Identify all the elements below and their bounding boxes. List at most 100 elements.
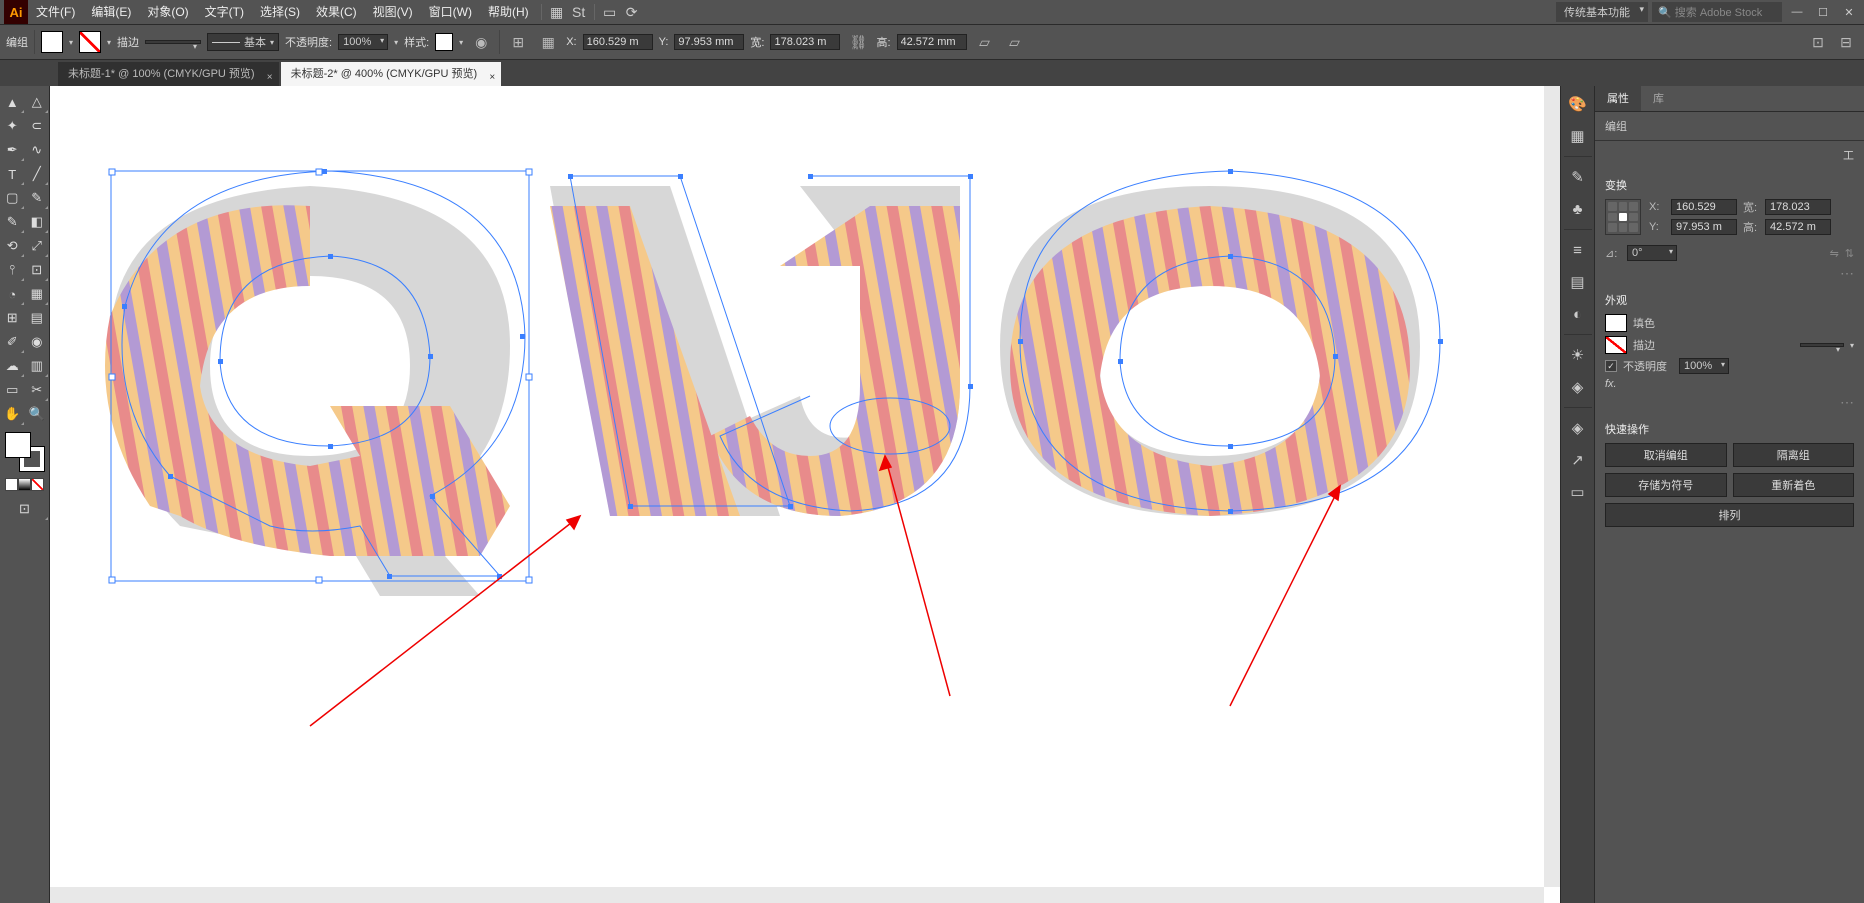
- zoom-tool[interactable]: 🔍: [25, 402, 50, 426]
- isolate-button[interactable]: 隔离组: [1733, 443, 1855, 467]
- graph-tool[interactable]: ▥: [25, 354, 50, 378]
- brush-tool[interactable]: ✎: [25, 186, 50, 210]
- window-minimize[interactable]: —: [1786, 3, 1808, 21]
- fill-swatch[interactable]: [41, 31, 63, 53]
- arrange-icon[interactable]: ▭: [599, 1, 621, 23]
- color-panel-icon[interactable]: 🎨: [1564, 90, 1592, 118]
- doc-setup-icon[interactable]: ⊡: [1806, 30, 1830, 54]
- selection-tool[interactable]: ▲: [0, 90, 25, 114]
- artboards-panel-icon[interactable]: ▭: [1564, 478, 1592, 506]
- blend-tool[interactable]: ◉: [25, 330, 50, 354]
- shaper-tool[interactable]: ✎: [0, 210, 25, 234]
- stroke-weight[interactable]: [145, 40, 201, 44]
- transform-ref-icon[interactable]: ▦: [536, 30, 560, 54]
- line-tool[interactable]: ╱: [25, 162, 50, 186]
- menu-effect[interactable]: 效果(C): [308, 0, 365, 24]
- stroke-style[interactable]: 基本▾: [207, 33, 279, 51]
- rotate-tool[interactable]: ⟲: [0, 234, 25, 258]
- menu-view[interactable]: 视图(V): [365, 0, 421, 24]
- stroke-swatch[interactable]: [79, 31, 101, 53]
- layers-panel-icon[interactable]: ◈: [1564, 414, 1592, 442]
- artboard-tool[interactable]: ▭: [0, 378, 25, 402]
- type-tool[interactable]: T: [0, 162, 25, 186]
- transform-y[interactable]: [1671, 219, 1737, 235]
- transform-h[interactable]: [1765, 219, 1831, 235]
- shape-builder-tool[interactable]: ◔: [0, 282, 25, 306]
- slice-tool[interactable]: ✂: [25, 378, 50, 402]
- tab-properties[interactable]: 属性: [1595, 86, 1641, 111]
- appearance-panel-icon[interactable]: ☀: [1564, 341, 1592, 369]
- menu-edit[interactable]: 编辑(E): [83, 0, 139, 24]
- lasso-tool[interactable]: ⊂: [25, 114, 50, 138]
- recolor-button[interactable]: 重新着色: [1733, 473, 1855, 497]
- fill-swatch-panel[interactable]: [1605, 314, 1627, 332]
- symbols-panel-icon[interactable]: ♣: [1564, 195, 1592, 223]
- gpu-icon[interactable]: ⟳: [621, 1, 643, 23]
- arrange-button[interactable]: 排列: [1605, 503, 1854, 527]
- curvature-tool[interactable]: ∿: [25, 138, 50, 162]
- hand-tool[interactable]: ✋: [0, 402, 25, 426]
- style-swatch[interactable]: [435, 33, 453, 51]
- transform-w[interactable]: [1765, 199, 1831, 215]
- menu-object[interactable]: 对象(O): [139, 0, 196, 24]
- menu-type[interactable]: 文字(T): [197, 0, 252, 24]
- magic-wand-tool[interactable]: ✦: [0, 114, 25, 138]
- bridge-icon[interactable]: ▦: [546, 1, 568, 23]
- brushes-panel-icon[interactable]: ✎: [1564, 163, 1592, 191]
- symbol-tool[interactable]: ☁: [0, 354, 25, 378]
- eraser-tool[interactable]: ◧: [25, 210, 50, 234]
- workspace-dropdown[interactable]: 传统基本功能: [1556, 2, 1648, 22]
- canvas[interactable]: [50, 86, 1560, 903]
- link-wh-icon[interactable]: ⛓: [846, 30, 870, 54]
- pen-tool[interactable]: ✒: [0, 138, 25, 162]
- eyedropper-tool[interactable]: ✐: [0, 330, 25, 354]
- gradient-panel-icon[interactable]: ▤: [1564, 268, 1592, 296]
- window-maximize[interactable]: ☐: [1812, 3, 1834, 21]
- w-input[interactable]: [770, 34, 840, 50]
- free-transform-tool[interactable]: ⊡: [25, 258, 50, 282]
- scrollbar-vertical[interactable]: [1544, 86, 1560, 887]
- scale-tool[interactable]: ⤢: [25, 234, 50, 258]
- opacity-panel[interactable]: 100%: [1679, 358, 1729, 374]
- prefs-icon[interactable]: ⊟: [1834, 30, 1858, 54]
- shape-icon2[interactable]: ▱: [1003, 30, 1027, 54]
- align-icon[interactable]: ⊞: [506, 30, 530, 54]
- graphic-styles-panel-icon[interactable]: ◈: [1564, 373, 1592, 401]
- stroke-swatch-panel[interactable]: [1605, 336, 1627, 354]
- document-tab-active[interactable]: 未标题-2* @ 400% (CMYK/GPU 预览)×: [281, 62, 502, 86]
- search-input[interactable]: 🔍 搜索 Adobe Stock: [1652, 2, 1782, 22]
- mesh-tool[interactable]: ⊞: [0, 306, 25, 330]
- h-input[interactable]: [897, 34, 967, 50]
- recolor-icon[interactable]: ◉: [469, 30, 493, 54]
- transform-angle[interactable]: 0°: [1627, 245, 1677, 261]
- y-input[interactable]: [674, 34, 744, 50]
- document-tab[interactable]: 未标题-1* @ 100% (CMYK/GPU 预览)×: [58, 62, 279, 86]
- shape-icon1[interactable]: ▱: [973, 30, 997, 54]
- menu-file[interactable]: 文件(F): [28, 0, 83, 24]
- ungroup-button[interactable]: 取消编组: [1605, 443, 1727, 467]
- window-close[interactable]: ✕: [1838, 3, 1860, 21]
- color-mode[interactable]: [5, 478, 45, 491]
- edit-toolbar-link[interactable]: 工: [1843, 147, 1854, 163]
- transparency-panel-icon[interactable]: ◐: [1564, 300, 1592, 328]
- tab-libraries[interactable]: 库: [1641, 86, 1676, 111]
- menu-help[interactable]: 帮助(H): [480, 0, 537, 24]
- reference-point[interactable]: [1605, 199, 1641, 235]
- asset-export-panel-icon[interactable]: ↗: [1564, 446, 1592, 474]
- rect-tool[interactable]: ▢: [0, 186, 25, 210]
- fill-stroke-control[interactable]: [5, 432, 45, 472]
- width-tool[interactable]: ⫯: [0, 258, 25, 282]
- stock-icon[interactable]: St: [568, 1, 590, 23]
- direct-select-tool[interactable]: △: [25, 90, 50, 114]
- scrollbar-horizontal[interactable]: [50, 887, 1544, 903]
- gradient-tool[interactable]: ▤: [25, 306, 50, 330]
- perspective-tool[interactable]: ▦: [25, 282, 50, 306]
- transform-x[interactable]: [1671, 199, 1737, 215]
- stroke-weight-panel[interactable]: [1800, 343, 1844, 347]
- stroke-panel-icon[interactable]: ≡: [1564, 236, 1592, 264]
- flip-v-icon[interactable]: ⇅: [1845, 247, 1854, 260]
- menu-window[interactable]: 窗口(W): [421, 0, 480, 24]
- opacity-input[interactable]: 100%: [338, 34, 388, 50]
- swatches-panel-icon[interactable]: ▦: [1564, 122, 1592, 150]
- save-symbol-button[interactable]: 存储为符号: [1605, 473, 1727, 497]
